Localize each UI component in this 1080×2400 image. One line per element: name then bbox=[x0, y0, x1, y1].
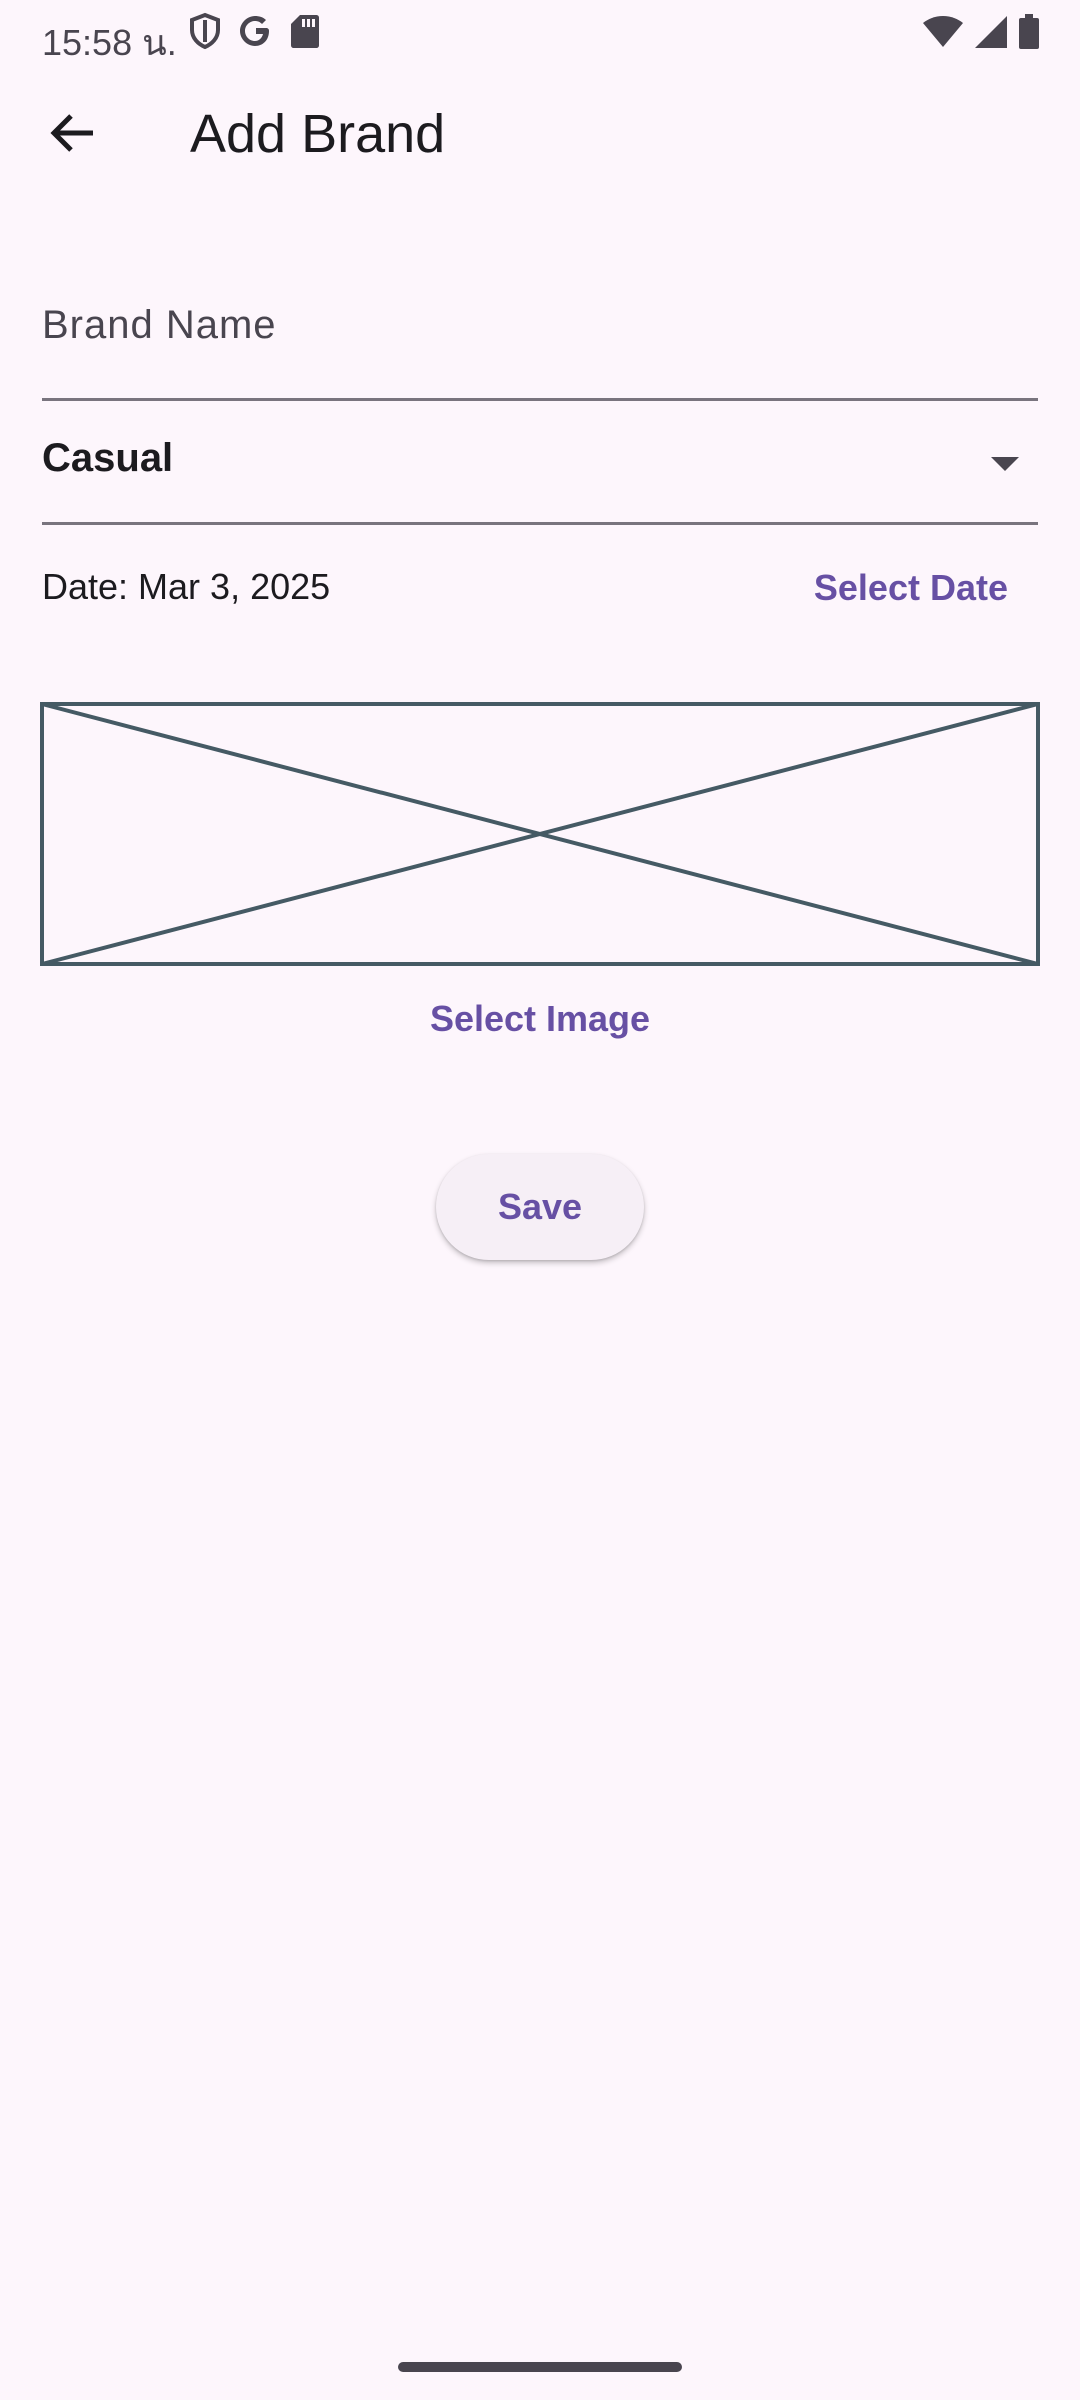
select-image-label: Select Image bbox=[429, 998, 651, 1039]
brand-name-input[interactable] bbox=[42, 290, 1038, 360]
select-date-button[interactable]: Select Date bbox=[814, 556, 1008, 620]
status-bar: 15:58 น. bbox=[0, 0, 1080, 66]
sd-card-icon bbox=[290, 13, 320, 54]
google-icon bbox=[238, 13, 274, 54]
image-placeholder bbox=[40, 702, 1040, 966]
wifi-icon bbox=[922, 15, 964, 54]
battery-icon bbox=[1018, 14, 1040, 55]
status-icons-right bbox=[922, 14, 1040, 55]
select-image-button[interactable]: Select Image bbox=[0, 998, 1080, 1040]
category-dropdown[interactable]: Casual bbox=[42, 420, 1038, 525]
brand-name-field bbox=[42, 270, 1038, 401]
back-button[interactable] bbox=[28, 100, 118, 170]
page-title: Add Brand bbox=[190, 104, 446, 164]
shield-icon bbox=[188, 12, 222, 55]
arrow-back-icon bbox=[49, 112, 97, 159]
save-button[interactable]: Save bbox=[436, 1154, 644, 1260]
status-time: 15:58 น. bbox=[42, 22, 177, 63]
category-selected-value: Casual bbox=[42, 436, 174, 480]
date-label: Date: Mar 3, 2025 bbox=[42, 566, 331, 607]
status-icons-left bbox=[188, 12, 320, 55]
dropdown-arrow-icon bbox=[990, 456, 1020, 477]
app-bar: Add Brand bbox=[0, 66, 1080, 206]
cell-signal-icon bbox=[974, 15, 1008, 54]
gesture-nav-bar[interactable] bbox=[398, 2362, 682, 2372]
date-row: Date: Mar 3, 2025 Select Date bbox=[42, 556, 1038, 620]
